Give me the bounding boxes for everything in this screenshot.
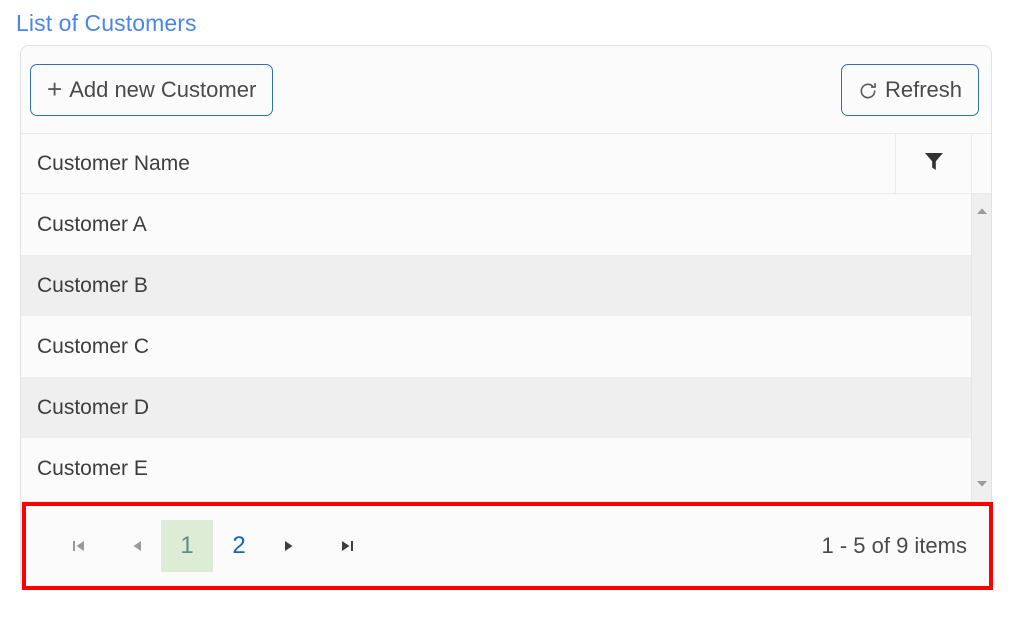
- table-row[interactable]: Customer B: [21, 255, 971, 316]
- chevron-down-icon: [976, 480, 988, 488]
- customer-grid-card: + Add new Customer Refresh Customer Name: [20, 45, 992, 590]
- chevron-up-icon: [976, 207, 988, 215]
- table-row[interactable]: Customer E: [21, 438, 971, 499]
- grid-rows: Customer A Customer B Customer C Custome…: [21, 194, 971, 501]
- customer-list-page: List of Customers + Add new Customer Ref…: [0, 0, 1015, 619]
- filter-icon: [922, 149, 946, 178]
- filter-button[interactable]: [895, 134, 971, 193]
- cell-customer-name: Customer B: [37, 273, 148, 297]
- scroll-down-button[interactable]: [972, 475, 991, 493]
- page-title: List of Customers: [16, 10, 197, 36]
- add-new-customer-button[interactable]: + Add new Customer: [30, 64, 274, 116]
- table-row[interactable]: Customer D: [21, 377, 971, 438]
- table-row[interactable]: Customer A: [21, 194, 971, 255]
- last-page-button[interactable]: [323, 520, 371, 572]
- scroll-up-button[interactable]: [972, 202, 991, 220]
- add-new-customer-label: Add new Customer: [69, 77, 257, 102]
- previous-page-button[interactable]: [113, 520, 161, 572]
- refresh-icon: [858, 81, 878, 101]
- next-page-button[interactable]: [265, 520, 313, 572]
- refresh-button[interactable]: Refresh: [840, 64, 979, 116]
- cell-customer-name: Customer E: [37, 456, 148, 480]
- last-page-icon: [339, 538, 355, 554]
- vertical-scrollbar[interactable]: [971, 194, 991, 501]
- grid-toolbar: + Add new Customer Refresh: [21, 46, 991, 134]
- column-header-customer-name[interactable]: Customer Name: [37, 152, 895, 176]
- grid-header-row: Customer Name: [21, 134, 991, 194]
- cell-customer-name: Customer C: [37, 334, 150, 358]
- refresh-label: Refresh: [884, 77, 962, 102]
- cell-customer-name: Customer A: [37, 212, 147, 236]
- plus-icon: +: [47, 74, 63, 104]
- first-page-icon: [71, 538, 87, 554]
- cell-customer-name: Customer D: [37, 395, 150, 419]
- table-row[interactable]: Customer C: [21, 316, 971, 377]
- page-number-2[interactable]: 2: [213, 520, 265, 572]
- previous-page-icon: [129, 538, 145, 554]
- pager-item-count: 1 - 5 of 9 items: [821, 532, 967, 558]
- next-page-icon: [281, 538, 297, 554]
- page-number-1[interactable]: 1: [161, 519, 213, 572]
- header-scrollbar-gutter: [971, 134, 991, 193]
- grid-pager: 1 2 1 - 5 of 9 items: [21, 501, 991, 589]
- grid-body: Customer A Customer B Customer C Custome…: [21, 194, 991, 501]
- first-page-button[interactable]: [55, 520, 103, 572]
